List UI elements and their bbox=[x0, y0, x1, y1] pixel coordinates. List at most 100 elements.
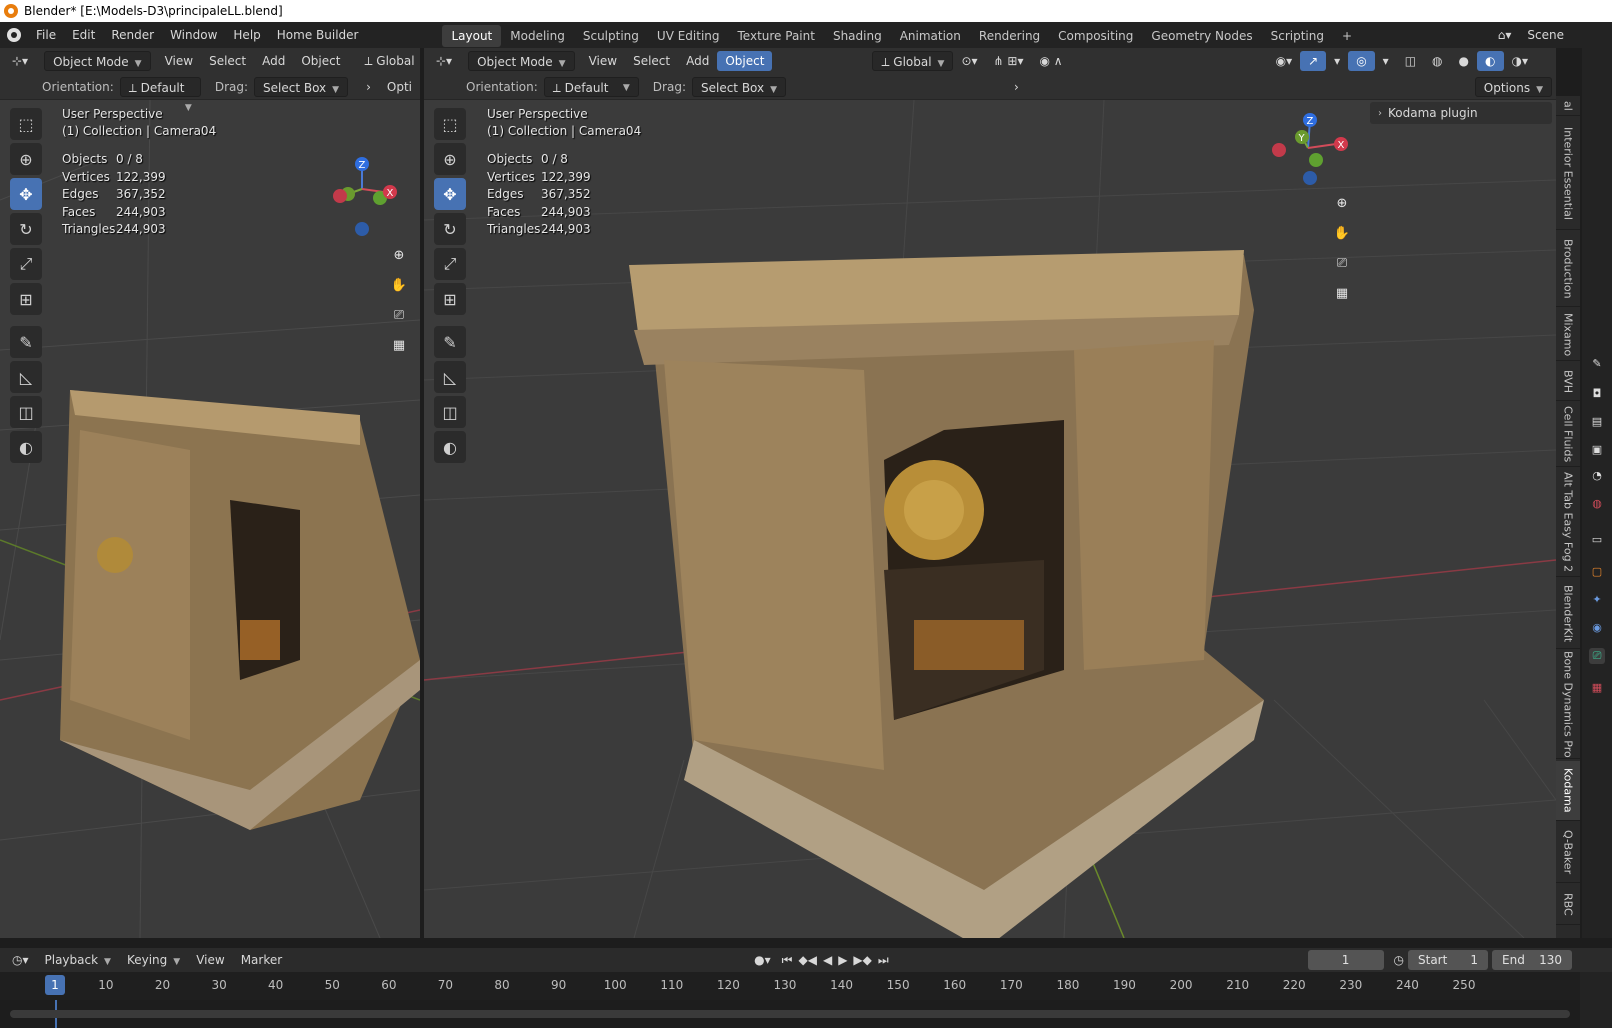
left-mode-dropdown[interactable]: Object Mode ▼ bbox=[44, 51, 151, 71]
menu-home-builder[interactable]: Home Builder bbox=[269, 22, 367, 48]
shading-tool-icon[interactable]: ◐ bbox=[434, 431, 466, 463]
timeline-editor-type-icon[interactable]: ◷▾ bbox=[4, 950, 37, 970]
transform-tool-icon[interactable]: ⊞ bbox=[10, 283, 42, 315]
tab-modeling[interactable]: Modeling bbox=[501, 25, 574, 47]
transform-tool-icon[interactable]: ⊞ bbox=[434, 283, 466, 315]
current-frame-field[interactable]: 1 bbox=[1307, 950, 1384, 970]
jump-next-keyframe-icon[interactable]: ▶◆ bbox=[850, 950, 874, 970]
object-properties-icon[interactable]: ▢ bbox=[1589, 564, 1605, 580]
right-menu-select[interactable]: Select bbox=[625, 51, 678, 71]
scene-name[interactable]: Scene bbox=[1519, 25, 1572, 45]
timeline-menu-keying[interactable]: Keying ▼ bbox=[119, 950, 188, 970]
tab-animation[interactable]: Animation bbox=[891, 25, 970, 47]
gizmo-toggle-icon[interactable]: ↗ bbox=[1300, 51, 1327, 71]
cursor-tool-icon[interactable]: ⊕ bbox=[10, 143, 42, 175]
right-drag-dropdown[interactable]: Select Box ▼ bbox=[691, 76, 787, 97]
editor-type-icon[interactable]: ⊹▾ bbox=[428, 51, 460, 71]
menu-help[interactable]: Help bbox=[225, 22, 268, 48]
measure-tool-icon[interactable]: ◺ bbox=[10, 361, 42, 393]
right-orientation-dropdown[interactable]: ⟂ Default ▼ bbox=[543, 76, 639, 97]
tab-scripting[interactable]: Scripting bbox=[1262, 25, 1333, 47]
tool-properties-icon[interactable]: ✎ bbox=[1589, 356, 1605, 372]
view-layer-properties-icon[interactable]: ▣ bbox=[1589, 442, 1605, 458]
wireframe-shading-icon[interactable]: ◍ bbox=[1424, 51, 1450, 71]
timeline-track-area[interactable] bbox=[0, 1000, 1580, 1028]
annotate-tool-icon[interactable]: ✎ bbox=[10, 326, 42, 358]
ortho-grid-icon[interactable]: ▦ bbox=[386, 332, 412, 358]
rendered-shading-icon[interactable]: ◑▾ bbox=[1504, 51, 1537, 71]
left-navigation-gizmo[interactable]: Z X bbox=[330, 156, 400, 236]
tab-sculpting[interactable]: Sculpting bbox=[574, 25, 648, 47]
timeline-menu-view[interactable]: View bbox=[188, 950, 232, 970]
left-menu-select[interactable]: Select bbox=[201, 51, 254, 71]
sidebar-tab-blenderkit[interactable]: BlenderKit bbox=[1556, 579, 1580, 649]
right-transform-orientation[interactable]: ⟂ Global ▼ bbox=[872, 51, 954, 71]
visibility-icon[interactable]: ◉▾ bbox=[1268, 51, 1301, 71]
move-tool-icon[interactable]: ✥ bbox=[434, 178, 466, 210]
scale-tool-icon[interactable]: ⤢ bbox=[10, 248, 42, 280]
scene-selector-icon[interactable]: ⌂▾ bbox=[1490, 25, 1520, 45]
sidebar-tab-al[interactable]: al bbox=[1556, 96, 1580, 116]
left-options-button[interactable]: Opti bbox=[379, 77, 420, 97]
menu-file[interactable]: File bbox=[28, 22, 64, 48]
pan-hand-icon[interactable]: ✋ bbox=[1329, 220, 1355, 246]
right-navigation-gizmo[interactable]: Z Y X bbox=[1272, 110, 1352, 190]
left-menu-view[interactable]: View bbox=[157, 51, 201, 71]
object-data-properties-icon[interactable]: ⎚ bbox=[1589, 648, 1605, 664]
play-icon[interactable]: ▶ bbox=[835, 950, 850, 970]
zoom-icon[interactable]: ⊕ bbox=[1329, 190, 1355, 216]
timeline-menu-marker[interactable]: Marker bbox=[233, 950, 290, 970]
left-orientation-dropdown[interactable]: ⟂ Default ▼ bbox=[119, 76, 201, 113]
physics-properties-icon[interactable]: ◉ bbox=[1589, 620, 1605, 636]
right-3d-viewport[interactable]: ⊹▾ Object Mode ▼ View Select Add Object ⟂… bbox=[424, 48, 1556, 938]
solid-shading-icon[interactable]: ● bbox=[1451, 51, 1477, 71]
render-properties-icon[interactable]: ◘ bbox=[1589, 386, 1605, 402]
xray-icon[interactable]: ◫ bbox=[1397, 51, 1424, 71]
pan-hand-icon[interactable]: ✋ bbox=[386, 272, 412, 298]
left-3d-viewport[interactable]: ⊹▾ Object Mode ▼ View Select Add Object ⟂… bbox=[0, 48, 420, 938]
shading-tool-icon[interactable]: ◐ bbox=[10, 431, 42, 463]
blender-menu-icon[interactable] bbox=[0, 22, 28, 48]
overlay-dropdown-icon[interactable]: ▾ bbox=[1375, 51, 1397, 71]
tab-geometry-nodes[interactable]: Geometry Nodes bbox=[1142, 25, 1261, 47]
tab-shading[interactable]: Shading bbox=[824, 25, 891, 47]
right-options-button[interactable]: Options ▼ bbox=[1474, 76, 1552, 97]
start-frame-field[interactable]: Start 1 bbox=[1408, 950, 1488, 970]
sidebar-tab-bone-dynamics-pro[interactable]: Bone Dynamics Pro bbox=[1556, 651, 1580, 759]
move-tool-icon[interactable]: ✥ bbox=[10, 178, 42, 210]
cursor-tool-icon[interactable]: ⊕ bbox=[434, 143, 466, 175]
frame-range-scrollbar[interactable] bbox=[10, 1010, 1570, 1018]
left-menu-object[interactable]: Object bbox=[293, 51, 348, 71]
rotate-tool-icon[interactable]: ↻ bbox=[434, 213, 466, 245]
add-cube-tool-icon[interactable]: ◫ bbox=[10, 396, 42, 428]
sidebar-tab-mixamo[interactable]: Mixamo bbox=[1556, 309, 1580, 361]
left-drag-dropdown[interactable]: Select Box ▼ bbox=[254, 76, 349, 97]
add-cube-tool-icon[interactable]: ◫ bbox=[434, 396, 466, 428]
scene-properties-icon[interactable]: ◔ bbox=[1589, 468, 1605, 484]
snap-icon[interactable]: ⋔ ⊞▾ bbox=[986, 51, 1032, 71]
sidebar-tab-q-baker[interactable]: Q-Baker bbox=[1556, 823, 1580, 883]
tab-compositing[interactable]: Compositing bbox=[1049, 25, 1142, 47]
sidebar-tab-bvh[interactable]: BVH bbox=[1556, 363, 1580, 401]
left-transform-orientation[interactable]: ⟂ Global▼ bbox=[356, 51, 420, 71]
tab-uv-editing[interactable]: UV Editing bbox=[648, 25, 729, 47]
measure-tool-icon[interactable]: ◺ bbox=[434, 361, 466, 393]
play-reverse-icon[interactable]: ◀ bbox=[820, 950, 835, 970]
scale-tool-icon[interactable]: ⤢ bbox=[434, 248, 466, 280]
annotate-tool-icon[interactable]: ✎ bbox=[434, 326, 466, 358]
material-shading-icon[interactable]: ◐ bbox=[1477, 51, 1504, 71]
proportional-edit-icon[interactable]: ◉ ∧ bbox=[1032, 51, 1071, 71]
output-properties-icon[interactable]: ▤ bbox=[1589, 414, 1605, 430]
select-box-tool-icon[interactable]: ⬚ bbox=[434, 108, 466, 140]
sidebar-tab-cell-fluids[interactable]: Cell Fluids bbox=[1556, 403, 1580, 467]
right-mode-dropdown[interactable]: Object Mode ▼ bbox=[468, 51, 575, 71]
jump-prev-keyframe-icon[interactable]: ◆◀ bbox=[795, 950, 819, 970]
menu-edit[interactable]: Edit bbox=[64, 22, 103, 48]
select-box-tool-icon[interactable]: ⬚ bbox=[10, 108, 42, 140]
texture-properties-icon[interactable]: ▦ bbox=[1589, 680, 1605, 696]
camera-view-icon[interactable]: ⎚ bbox=[1329, 250, 1355, 276]
sidebar-tab-rbc[interactable]: RBC bbox=[1556, 885, 1580, 925]
right-menu-view[interactable]: View bbox=[581, 51, 625, 71]
right-menu-object[interactable]: Object bbox=[717, 51, 773, 71]
tab-texture-paint[interactable]: Texture Paint bbox=[729, 25, 824, 47]
